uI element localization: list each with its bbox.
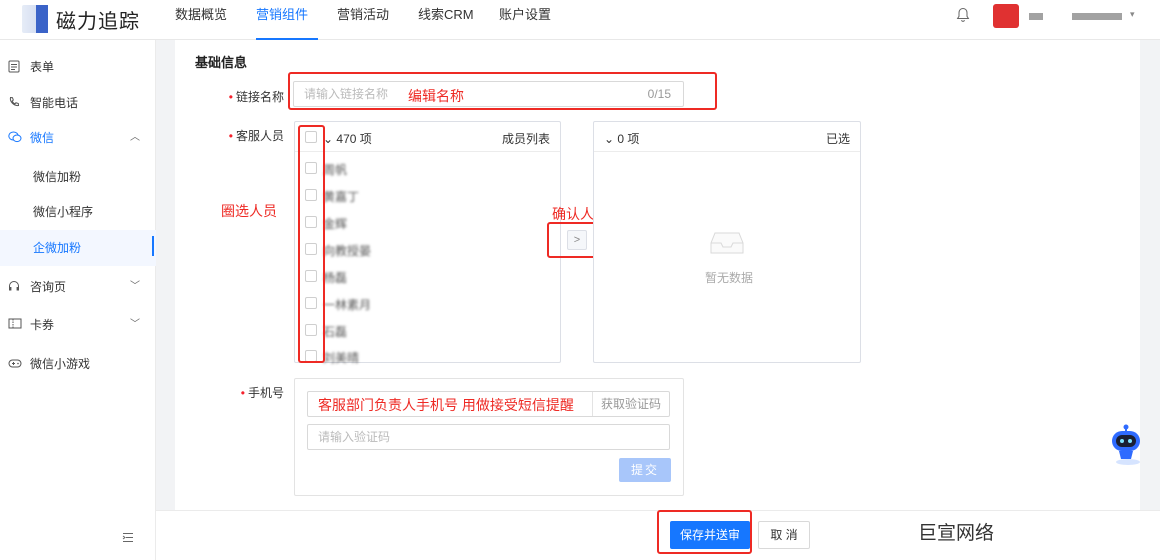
empty-inbox-icon	[709, 231, 745, 255]
sidebar-item-wechat[interactable]: 微信 ︿	[0, 120, 156, 156]
member-row[interactable]: 黄嘉丁	[305, 185, 545, 207]
source-title: 成员列表	[501, 132, 550, 146]
gamepad-icon	[8, 357, 22, 368]
sidebar-item-consult-page[interactable]: 咨询页 ﹀	[0, 269, 156, 305]
form-icon	[8, 60, 20, 73]
annotation-phone-hint: 客服部门负责人手机号 用做接受短信提醒	[318, 397, 574, 413]
submit-button[interactable]: 提交	[619, 458, 671, 482]
wechat-icon	[8, 131, 22, 143]
nav-account-settings[interactable]: 账户设置	[499, 0, 551, 40]
annotation-box-checkboxes	[298, 125, 325, 363]
verify-code-input[interactable]: 请输入验证码	[307, 424, 670, 450]
target-title: 已选	[825, 132, 850, 146]
top-navigation-bar	[0, 0, 1160, 40]
empty-text: 暂无数据	[705, 271, 754, 285]
nav-marketing-activities[interactable]: 营销活动	[337, 0, 389, 40]
sidebar-item-form[interactable]: 表单	[0, 49, 156, 85]
member-row[interactable]: 一林素月	[305, 293, 545, 315]
phone-icon	[8, 96, 20, 108]
sidebar-item-coupon[interactable]: 卡券 ﹀	[0, 307, 156, 343]
sidebar-item-label: 表单	[30, 60, 55, 74]
cancel-button[interactable]: 取 消	[758, 521, 810, 549]
sidebar-item-mini-game[interactable]: 微信小游戏	[0, 346, 156, 382]
sidebar-item-smart-phone[interactable]: 智能电话	[0, 85, 156, 121]
user-avatar[interactable]	[993, 4, 1019, 28]
sidebar-item-label: 智能电话	[30, 96, 79, 110]
transfer-target-header: ⌄ 0 项 已选	[594, 122, 860, 152]
nav-marketing-components[interactable]: 营销组件	[256, 0, 308, 40]
ticket-icon	[8, 318, 22, 329]
chevron-down-icon[interactable]: ▾	[1130, 9, 1135, 20]
chevron-down-icon: ﹀	[130, 319, 140, 330]
annotation-box-save	[657, 510, 752, 554]
sidebar-item-wechat-miniprogram[interactable]: 微信小程序	[0, 194, 156, 230]
sidebar-item-label: 微信小程序	[33, 205, 94, 219]
sidebar-item-label: 微信小游戏	[30, 357, 91, 371]
sidebar-item-label: 微信加粉	[33, 170, 82, 184]
get-code-button[interactable]: 获取验证码	[592, 392, 669, 416]
section-title: 基础信息	[195, 55, 248, 70]
nav-data-overview[interactable]: 数据概览	[175, 0, 227, 40]
bell-icon[interactable]	[956, 7, 970, 23]
sidebar-item-wecom-fans[interactable]: 企微加粉	[0, 230, 156, 266]
headset-icon	[8, 280, 20, 292]
user-name-redacted	[1029, 13, 1043, 20]
transfer-source-header: ⌄ 470 项 成员列表	[295, 122, 560, 152]
annotation-select-staff: 圈选人员	[221, 203, 277, 219]
target-count: ⌄ 0 项	[604, 132, 640, 146]
member-row[interactable]: 周帆	[305, 158, 545, 180]
link-name-label: • 链接名称	[228, 90, 284, 104]
chevron-down-icon: ﹀	[130, 281, 140, 292]
phone-label: • 手机号	[240, 386, 284, 400]
member-row[interactable]: 石磊	[305, 320, 545, 342]
service-staff-label: • 客服人员	[228, 129, 284, 143]
sidebar-item-label: 微信	[30, 131, 55, 145]
sidebar-item-label: 企微加粉	[33, 241, 82, 255]
chevron-up-icon: ︿	[130, 132, 140, 143]
source-count: ⌄ 470 项	[323, 132, 372, 146]
member-row[interactable]: 杨磊	[305, 266, 545, 288]
transfer-target-panel: ⌄ 0 项 已选 暂无数据	[593, 121, 861, 363]
robot-assistant-icon[interactable]	[1106, 421, 1146, 467]
logo-icon	[22, 5, 48, 33]
user-org-redacted	[1072, 13, 1122, 20]
member-row[interactable]: 金辉	[305, 212, 545, 234]
nav-lead-crm[interactable]: 线索CRM	[418, 0, 474, 40]
transfer-source-panel: ⌄ 470 项 成员列表 周帆 黄嘉丁 金辉 向教授晏 杨磊 一林素月 石磊 刘…	[294, 121, 561, 365]
sidebar-item-wechat-fans[interactable]: 微信加粉	[0, 159, 156, 195]
sidebar-item-label: 卡券	[30, 318, 55, 332]
sidebar-item-label: 咨询页	[30, 280, 67, 294]
member-row[interactable]: 刘美晴	[305, 346, 545, 368]
collapse-menu-icon[interactable]	[122, 532, 134, 543]
annotation-box-link-name	[288, 72, 717, 110]
member-row[interactable]: 向教授晏	[305, 239, 545, 261]
app-logo-text: 磁力追踪	[56, 11, 140, 33]
annotation-edit-name: 编辑名称	[408, 88, 464, 104]
watermark-text: 巨宣网络	[918, 523, 995, 544]
